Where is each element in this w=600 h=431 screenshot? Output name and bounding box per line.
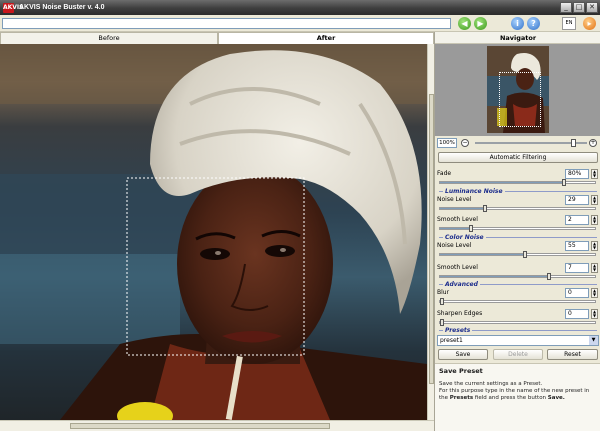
- view-tabs: Before After: [0, 32, 434, 44]
- zoom-value-field[interactable]: 100%: [437, 138, 457, 148]
- color-smooth-slider-knob[interactable]: [546, 273, 551, 280]
- presets-group: Presets: [435, 326, 600, 335]
- blur-label: Blur: [437, 289, 450, 296]
- image-canvas[interactable]: [0, 44, 427, 420]
- fade-slider[interactable]: [439, 179, 596, 186]
- sharpen-slider[interactable]: [439, 319, 596, 326]
- preset-selected-value: preset1: [440, 337, 463, 344]
- color-smooth-label: Smooth Level: [437, 264, 478, 271]
- help-panel: Save Preset Save the current settings as…: [435, 363, 600, 431]
- zoom-row: 100% − +: [437, 138, 599, 148]
- color-noise-label: Noise Level: [437, 242, 472, 249]
- lum-noise-slider[interactable]: [439, 205, 596, 212]
- automatic-filtering-button[interactable]: Automatic Filtering: [438, 152, 598, 163]
- lum-smooth-slider-knob[interactable]: [469, 225, 473, 232]
- tab-after[interactable]: After: [218, 32, 434, 44]
- photo-image: [0, 44, 427, 420]
- color-noise-row: Noise Level 55 ▲ ▼: [437, 241, 599, 251]
- title-bar: AKVIS AKVIS Noise Buster v. 4.0 _ □ ✕: [0, 0, 600, 15]
- back-arrow-icon[interactable]: ◀: [458, 17, 471, 30]
- horizontal-scrollbar[interactable]: [0, 420, 434, 431]
- color-smooth-row: Smooth Level 7 ▲ ▼: [437, 263, 599, 273]
- sharpen-row: Sharpen Edges 0 ▲ ▼: [437, 309, 599, 319]
- lum-noise-value-field[interactable]: 29: [565, 195, 589, 205]
- help-icon[interactable]: ?: [527, 17, 540, 30]
- lum-noise-spinner[interactable]: ▲ ▼: [591, 195, 598, 205]
- navigator-view-frame[interactable]: [499, 72, 541, 127]
- lum-noise-slider-knob[interactable]: [482, 205, 487, 212]
- zoom-slider[interactable]: [475, 139, 587, 147]
- save-preset-button[interactable]: Save: [438, 349, 488, 360]
- blur-slider-knob[interactable]: [440, 298, 444, 305]
- lum-smooth-value-field[interactable]: 2: [565, 215, 589, 225]
- run-filter-icon[interactable]: ▸: [583, 17, 596, 30]
- presets-title: Presets: [443, 326, 473, 335]
- help-line-3: the Presets field and press the button S…: [439, 395, 565, 401]
- help-text: Save the current settings as a Preset. F…: [439, 381, 597, 402]
- info-icon[interactable]: i: [511, 17, 524, 30]
- fade-row: Fade 80% ▲ ▼: [437, 169, 599, 179]
- blur-spinner[interactable]: ▲ ▼: [591, 288, 598, 298]
- language-button[interactable]: EN: [562, 17, 576, 30]
- color-smooth-value-field[interactable]: 7: [565, 263, 589, 273]
- chevron-down-icon[interactable]: ▼: [589, 336, 598, 345]
- lum-noise-label: Noise Level: [437, 196, 472, 203]
- reset-button[interactable]: Reset: [547, 349, 598, 360]
- delete-preset-button[interactable]: Delete: [493, 349, 543, 360]
- lum-noise-row: Noise Level 29 ▲ ▼: [437, 195, 599, 205]
- toolbar: ◀ ▶ i ? EN ▸: [0, 15, 600, 32]
- tab-before[interactable]: Before: [0, 32, 218, 44]
- color-smooth-slider[interactable]: [439, 273, 596, 280]
- help-save-word: Save.: [547, 395, 565, 401]
- fade-value-field[interactable]: 80%: [565, 169, 589, 179]
- lum-smooth-row: Smooth Level 2 ▲ ▼: [437, 215, 599, 225]
- color-smooth-spinner[interactable]: ▲ ▼: [591, 263, 598, 273]
- settings-panel: Navigator 100% − + Automatic Filtering F…: [434, 32, 600, 431]
- fade-slider-knob[interactable]: [562, 179, 566, 186]
- window-title: AKVIS Noise Buster v. 4.0: [19, 4, 105, 11]
- lum-smooth-slider[interactable]: [439, 225, 596, 232]
- file-path-input[interactable]: [2, 18, 451, 29]
- color-noise-slider[interactable]: [439, 251, 596, 258]
- navigator-title: Navigator: [435, 32, 600, 44]
- close-button[interactable]: ✕: [586, 2, 598, 13]
- lum-smooth-label: Smooth Level: [437, 216, 478, 223]
- color-noise-slider-knob[interactable]: [523, 251, 528, 258]
- blur-slider[interactable]: [439, 298, 596, 305]
- zoom-in-icon[interactable]: +: [589, 139, 597, 147]
- zoom-slider-knob[interactable]: [570, 139, 576, 147]
- sharpen-value-field[interactable]: 0: [565, 309, 589, 319]
- help-title: Save Preset: [439, 367, 483, 375]
- lum-smooth-spinner[interactable]: ▲ ▼: [591, 215, 598, 225]
- blur-row: Blur 0 ▲ ▼: [437, 288, 599, 298]
- sharpen-spinner[interactable]: ▲ ▼: [591, 309, 598, 319]
- blur-value-field[interactable]: 0: [565, 288, 589, 298]
- zoom-out-icon[interactable]: −: [461, 139, 469, 147]
- horizontal-scroll-thumb[interactable]: [70, 423, 330, 429]
- help-line-2: For this purpose type in the name of the…: [439, 388, 590, 394]
- minimize-button[interactable]: _: [560, 2, 572, 13]
- navigator-box: [435, 44, 600, 136]
- color-noise-value-field[interactable]: 55: [565, 241, 589, 251]
- help-presets-word: Presets: [449, 395, 474, 401]
- help-line-1: Save the current settings as a Preset.: [439, 381, 543, 387]
- navigator-thumbnail[interactable]: [487, 46, 549, 133]
- vertical-scrollbar[interactable]: [427, 44, 434, 420]
- forward-arrow-icon[interactable]: ▶: [474, 17, 487, 30]
- maximize-button[interactable]: □: [573, 2, 585, 13]
- color-noise-spinner[interactable]: ▲ ▼: [591, 241, 598, 251]
- sharpen-slider-knob[interactable]: [440, 319, 444, 326]
- preset-select[interactable]: preset1 ▼: [437, 335, 599, 346]
- sharpen-label: Sharpen Edges: [437, 310, 483, 317]
- fade-label: Fade: [437, 170, 452, 177]
- fade-spinner[interactable]: ▲ ▼: [591, 169, 598, 179]
- app-logo-icon: AKVIS: [3, 2, 24, 13]
